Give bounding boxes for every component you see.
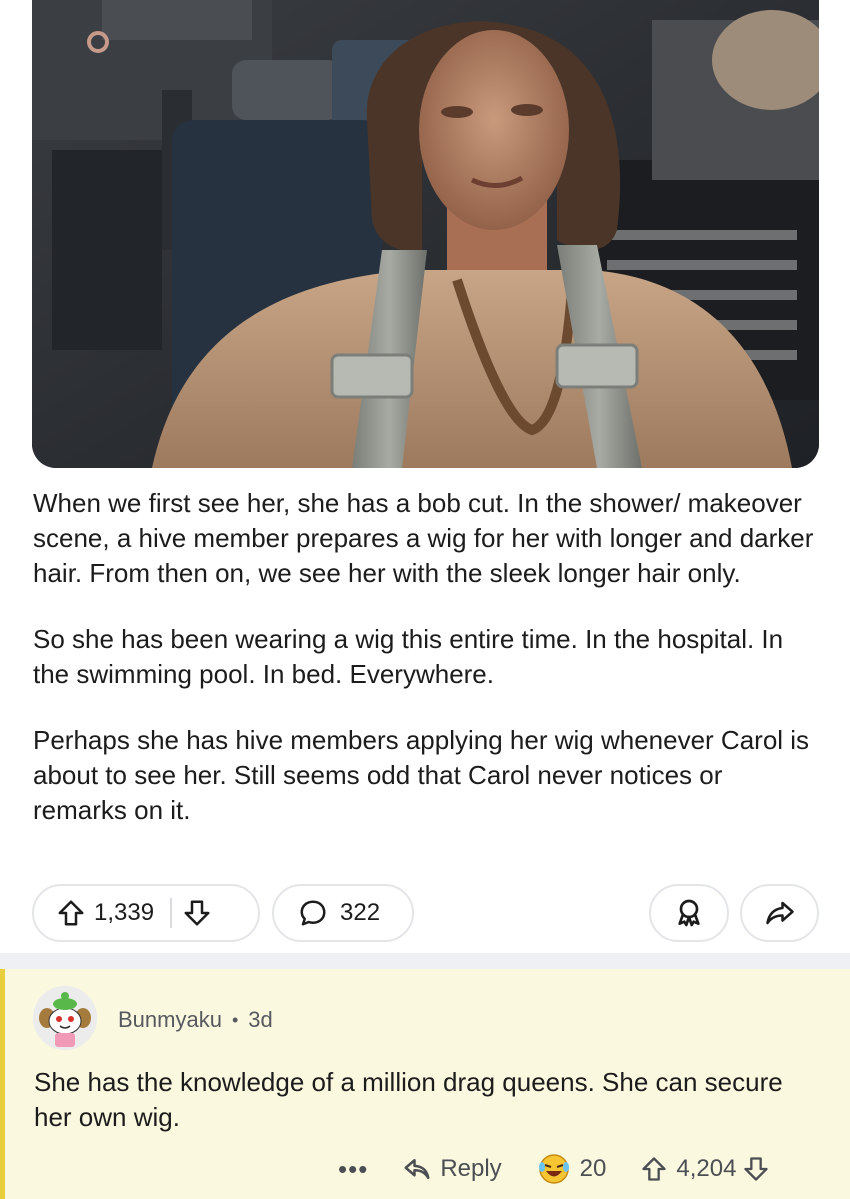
- laughing-emoji-award-icon: [536, 1151, 572, 1187]
- more-options-button[interactable]: •••: [338, 1154, 368, 1185]
- meta-separator: •: [231, 1009, 239, 1030]
- arrow-down-icon[interactable]: [182, 898, 212, 928]
- vote-divider: [170, 898, 173, 928]
- reddit-post-view: When we first see her, she has a bob cut…: [0, 0, 850, 1199]
- comment-author[interactable]: Bunmyaku: [118, 1007, 222, 1033]
- post-paragraph: Perhaps she has hive members applying he…: [33, 725, 810, 825]
- award-button[interactable]: [649, 884, 729, 942]
- arrow-up-icon[interactable]: [640, 1155, 668, 1183]
- comment-award[interactable]: 20: [536, 1151, 607, 1187]
- share-button[interactable]: [740, 884, 819, 942]
- arrow-up-icon[interactable]: [56, 898, 86, 928]
- post-score: 1,339: [94, 899, 155, 926]
- reply-arrow-icon: [402, 1154, 432, 1184]
- film-still-illustration: [32, 0, 819, 468]
- comment-highlight-rail: [0, 969, 5, 1199]
- comment-text: She has the knowledge of a million drag …: [34, 1067, 783, 1132]
- snoo-avatar-icon: [33, 986, 97, 1050]
- post-image[interactable]: [32, 0, 819, 468]
- section-separator: [0, 953, 850, 969]
- award-ribbon-icon: [673, 897, 705, 929]
- avatar[interactable]: [33, 986, 97, 1050]
- reply-button[interactable]: Reply: [402, 1154, 502, 1184]
- comments-button[interactable]: 322: [272, 884, 414, 942]
- comment-meta: Bunmyaku • 3d: [118, 1007, 273, 1033]
- post-paragraph: So she has been wearing a wig this entir…: [33, 624, 784, 689]
- comment-vote-control: 4,204: [640, 1155, 770, 1183]
- vote-control: 1,339: [32, 884, 260, 942]
- comment-action-bar: ••• Reply 20 4,204: [330, 1149, 830, 1189]
- post-paragraph: When we first see her, she has a bob cut…: [33, 488, 814, 588]
- comment-card: Bunmyaku • 3d She has the knowledge of a…: [0, 969, 850, 1199]
- post-body: When we first see her, she has a bob cut…: [33, 486, 823, 859]
- comment-score: 4,204: [676, 1155, 737, 1182]
- share-arrow-icon: [765, 898, 795, 928]
- reply-label: Reply: [440, 1155, 502, 1182]
- post-action-bar: 1,339 322: [32, 884, 819, 944]
- award-count: 20: [579, 1155, 607, 1182]
- arrow-down-icon[interactable]: [742, 1155, 770, 1183]
- speech-bubble-icon: [298, 898, 328, 928]
- comment-age: 3d: [248, 1007, 273, 1032]
- comment-count: 322: [340, 899, 381, 926]
